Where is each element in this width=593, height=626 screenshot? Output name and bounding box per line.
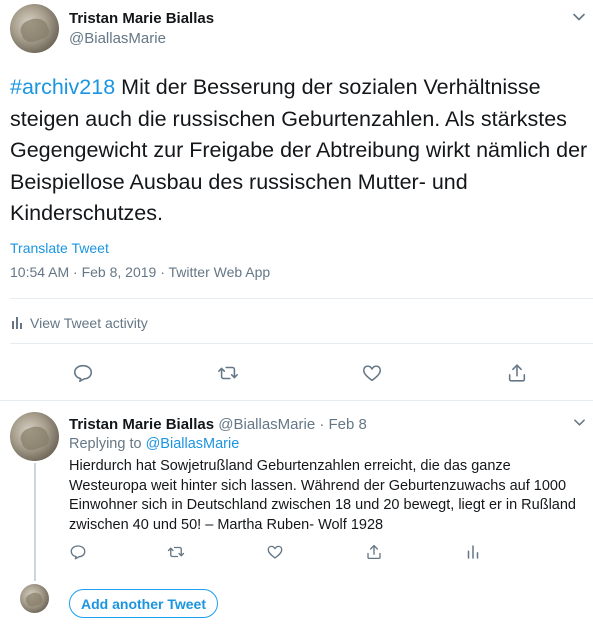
share-icon[interactable] xyxy=(365,543,383,561)
chevron-down-icon[interactable] xyxy=(573,416,586,429)
reply-author-avatar[interactable] xyxy=(10,412,59,461)
composer-avatar xyxy=(20,584,49,613)
author-avatar[interactable] xyxy=(10,4,59,53)
reply-icon[interactable] xyxy=(72,362,94,384)
share-icon[interactable] xyxy=(506,362,528,384)
tweet-text: #archiv218 Mit der Besserung der soziale… xyxy=(10,72,590,230)
author-name[interactable]: Tristan Marie Biallas xyxy=(69,10,214,27)
thread-line xyxy=(34,463,36,581)
reply-date[interactable]: Feb 8 xyxy=(329,416,367,433)
activity-label: View Tweet activity xyxy=(30,315,148,331)
reply-actions xyxy=(0,543,593,561)
replying-to: Replying to @BiallasMarie xyxy=(69,436,239,452)
divider xyxy=(10,343,593,344)
tweet-timestamp[interactable]: 10:54 AM · Feb 8, 2019 · Twitter Web App xyxy=(10,264,270,280)
reply-header: Tristan Marie Biallas @BiallasMarie · Fe… xyxy=(69,416,367,433)
reply-separator: · xyxy=(315,416,329,433)
reply-icon[interactable] xyxy=(69,543,87,561)
add-another-tweet-button[interactable]: Add another Tweet xyxy=(69,589,218,618)
translate-tweet-link[interactable]: Translate Tweet xyxy=(10,240,109,256)
divider xyxy=(0,400,593,401)
tweet-actions xyxy=(0,362,593,384)
stats-icon xyxy=(12,317,22,329)
reply-author-name[interactable]: Tristan Marie Biallas xyxy=(69,416,214,433)
reply-author-handle[interactable]: @BiallasMarie xyxy=(218,416,315,433)
author-handle[interactable]: @BiallasMarie xyxy=(69,30,166,47)
stats-icon[interactable] xyxy=(464,543,482,561)
divider xyxy=(10,298,593,299)
like-icon[interactable] xyxy=(361,362,383,384)
retweet-icon[interactable] xyxy=(217,362,239,384)
chevron-down-icon[interactable] xyxy=(572,10,586,24)
replying-prefix: Replying to xyxy=(69,436,146,452)
replying-handle-link[interactable]: @BiallasMarie xyxy=(146,436,240,452)
view-tweet-activity[interactable]: View Tweet activity xyxy=(12,315,148,331)
retweet-icon[interactable] xyxy=(167,543,185,561)
reply-text: Hierdurch hat Sowjetrußland Geburtenzahl… xyxy=(69,458,576,534)
like-icon[interactable] xyxy=(266,543,284,561)
hashtag-link[interactable]: #archiv218 xyxy=(10,75,115,99)
